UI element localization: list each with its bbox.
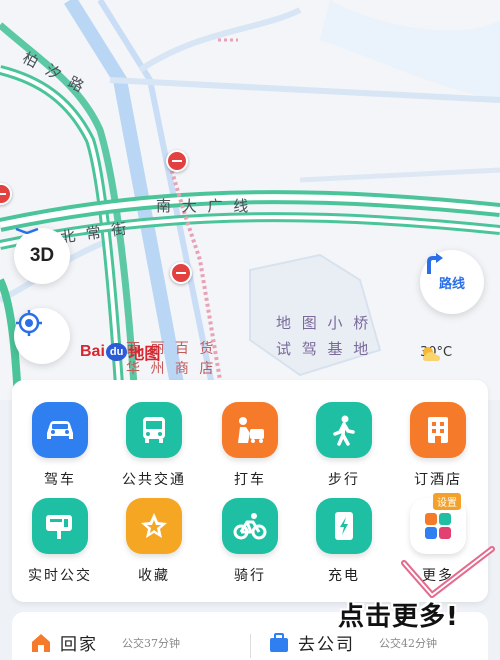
3d-base-icon <box>15 228 39 234</box>
bike-icon <box>222 498 278 554</box>
tutorial-overlay-text: 点击更多! <box>338 602 459 632</box>
briefcase-icon <box>270 632 288 652</box>
shortcut-charge[interactable]: 充电 <box>304 498 384 598</box>
poi-label-line1: 地 图 小 桥 <box>276 314 372 332</box>
partly-cloudy-icon <box>423 347 440 361</box>
go-home-shortcut[interactable]: 回家 公交37分钟 <box>30 630 180 655</box>
settings-badge: 设置 <box>432 492 462 511</box>
shortcut-taxi[interactable]: 打车 <box>210 402 290 502</box>
shortcut-favorites[interactable]: 收藏 <box>114 498 194 598</box>
locate-me-button[interactable] <box>14 308 70 364</box>
3d-label: 3D <box>29 245 55 266</box>
go-work-shortcut[interactable]: 去公司 公交42分钟 <box>268 630 437 655</box>
locate-icon <box>16 310 42 336</box>
weather-widget[interactable]: 30°C <box>420 345 452 361</box>
divider <box>250 634 251 658</box>
shortcut-panel: 驾车 公共交通 打车 步行 订酒店 实时公交 收藏 骑行 充电 设置 更多 <box>12 380 495 602</box>
realtime-bus-icon <box>32 498 88 554</box>
shortcut-bike[interactable]: 骑行 <box>210 498 290 598</box>
bus-icon <box>126 402 182 458</box>
baidu-map-logo: Bai du 地图 <box>80 343 161 363</box>
shortcut-hotel[interactable]: 订酒店 <box>398 402 478 502</box>
no-entry-icon <box>166 150 188 172</box>
no-entry-icon <box>170 262 192 284</box>
charge-icon <box>316 498 372 554</box>
taxi-icon <box>222 402 278 458</box>
road-label-2: 南 大 广 线 <box>156 197 252 215</box>
shortcut-transit[interactable]: 公共交通 <box>114 402 194 502</box>
route-button[interactable]: 路线 <box>420 250 484 314</box>
home-icon <box>32 633 50 652</box>
star-icon <box>126 498 182 554</box>
car-icon <box>32 402 88 458</box>
walk-icon <box>316 402 372 458</box>
shortcut-walk[interactable]: 步行 <box>304 402 384 502</box>
route-arrow-icon <box>427 253 443 274</box>
hotel-icon <box>410 402 466 458</box>
3d-toggle-button[interactable]: 3D <box>14 228 70 284</box>
shortcut-realtime-bus[interactable]: 实时公交 <box>20 498 100 598</box>
map-view[interactable]: 柏 汐 路 南 大 广 线 北 常 街 地 图 小 桥 试 驾 基 地 西 丽 … <box>0 0 500 400</box>
poi-label-line2: 试 驾 基 地 <box>276 340 372 358</box>
shortcut-drive[interactable]: 驾车 <box>20 402 100 502</box>
